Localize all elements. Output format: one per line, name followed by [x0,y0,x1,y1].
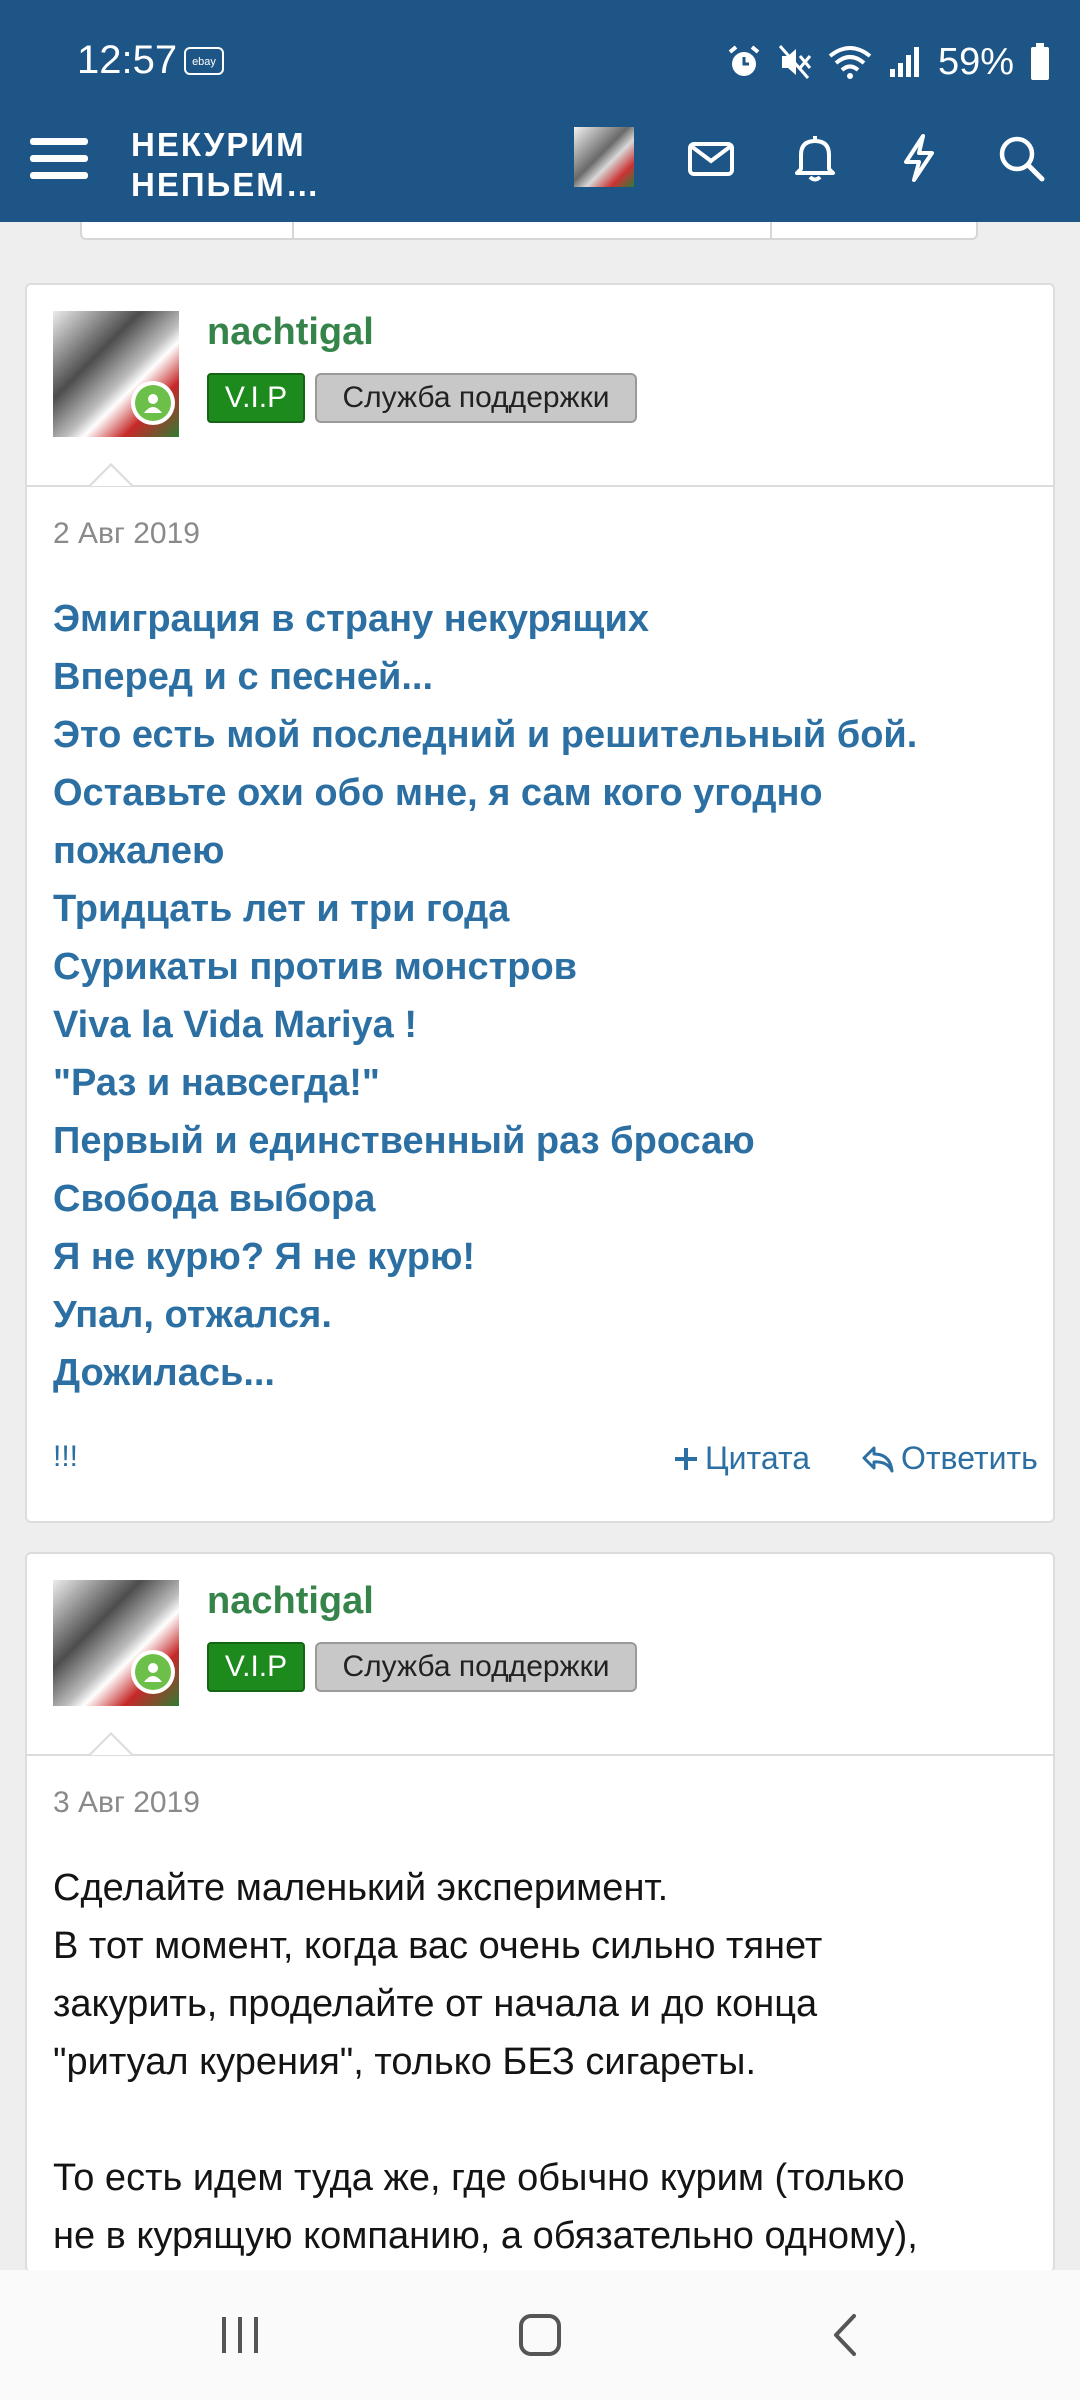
signature-link[interactable]: Сурикаты против монстров [53,938,1033,996]
system-nav-bar [0,2270,1080,2400]
signature-link[interactable]: Оставьте охи обо мне, я сам кого угодно [53,764,1033,822]
post-card: nachtigal V.I.P Служба поддержки 2 Авг 2… [25,283,1055,1523]
site-logo[interactable]: НЕКУРИМ НЕПЬЕМ… [131,125,321,205]
tab-bar-remnant [80,222,978,240]
alarm-icon [728,45,760,76]
ebay-notification-icon: ebay [184,47,224,75]
signature-link[interactable]: Я не курю? Я не курю! [53,1228,1033,1286]
signature-link[interactable]: Первый и единственный раз бросаю [53,1112,1033,1170]
signature-link[interactable]: Упал, отжался. [53,1286,1033,1344]
menu-icon[interactable] [30,131,88,189]
header-pointer [89,463,133,486]
post-date[interactable]: 3 Авг 2019 [53,1786,200,1820]
status-icons: 59% [726,40,1050,84]
quote-button[interactable]: Цитата [673,1440,810,1477]
signature-link[interactable]: Тридцать лет и три года [53,880,1033,938]
body-line: То есть идем туда же, где обычно курим (… [53,2157,905,2199]
recent-apps-button[interactable] [190,2270,290,2400]
back-button[interactable] [795,2270,895,2400]
signature-link[interactable]: Свобода выбора [53,1170,1033,1228]
battery-icon [1031,43,1049,80]
logo-line-1: НЕКУРИМ [131,126,306,163]
app-bar: 12:57 ebay 59% НЕКУРИМ НЕПЬЕМ… [0,0,1080,222]
status-bar: 12:57 ebay 59% [0,0,1080,125]
vip-badge: V.I.P [207,373,305,423]
post-header: nachtigal V.I.P Служба поддержки [27,285,1053,487]
post-card: nachtigal V.I.P Служба поддержки 3 Авг 2… [25,1552,1055,2272]
battery-percent: 59% [937,40,1014,83]
search-icon[interactable] [994,131,1048,185]
signature-links: Эмиграция в страну некурящих Вперед и с … [53,590,1033,1402]
recent-apps-icon [222,2317,258,2353]
signature-link[interactable]: Это есть мой последний и решительный бой… [53,706,1033,764]
signature-link[interactable]: Вперед и с песней... [53,648,1033,706]
body-line-blank [53,2091,1033,2149]
post-date[interactable]: 2 Авг 2019 [53,517,200,551]
wifi-icon [828,46,872,79]
home-icon [519,2314,561,2356]
body-line: В тот момент, когда вас очень сильно тян… [53,1925,823,1967]
bolt-icon[interactable] [892,131,946,185]
reply-button[interactable]: Ответить [861,1440,1038,1477]
signature-link[interactable]: Эмиграция в страну некурящих [53,590,1033,648]
status-time: 12:57 [77,38,178,82]
body-line: Сделайте маленький эксперимент. [53,1867,669,1909]
reaction-link[interactable]: !!! [53,1440,78,1474]
header-pointer [89,1732,133,1755]
body-line: закурить, проделайте от начала и до конц… [53,1983,818,2025]
signature-link[interactable]: Viva la Vida Mariya ! [53,996,1033,1054]
mail-icon[interactable] [684,131,738,185]
online-status-icon [131,1650,175,1694]
body-line: не в курящую компанию, а обязательно одн… [53,2215,918,2257]
signature-link[interactable]: пожалею [53,822,1033,880]
mute-icon [778,45,812,79]
post-body: Сделайте маленький эксперимент. В тот мо… [53,1859,1033,2265]
body-line: "ритуал курения", только БЕЗ сигареты. [53,2041,757,2083]
back-icon [834,2314,856,2356]
reply-icon [862,1446,894,1472]
home-button[interactable] [490,2270,590,2400]
online-status-icon [131,381,175,425]
role-badge: Служба поддержки [315,1642,637,1692]
post-header: nachtigal V.I.P Служба поддержки [27,1554,1053,1756]
signature-link[interactable]: Дожилась... [53,1344,1033,1402]
nav-row: НЕКУРИМ НЕПЬЕМ… [0,125,1080,222]
signature-link[interactable]: "Раз и навсегда!" [53,1054,1033,1112]
signal-icon [889,47,919,77]
user-avatar[interactable] [574,127,634,187]
quote-label: Цитата [705,1440,811,1476]
username[interactable]: nachtigal [207,311,374,354]
plus-icon [675,1447,697,1470]
username[interactable]: nachtigal [207,1580,374,1623]
reply-label: Ответить [901,1440,1038,1476]
role-badge: Служба поддержки [315,373,637,423]
logo-line-2: НЕПЬЕМ… [131,166,321,203]
post-footer: !!! Цитата Ответить [53,1440,1038,1490]
vip-badge: V.I.P [207,1642,305,1692]
bell-icon[interactable] [788,131,842,185]
